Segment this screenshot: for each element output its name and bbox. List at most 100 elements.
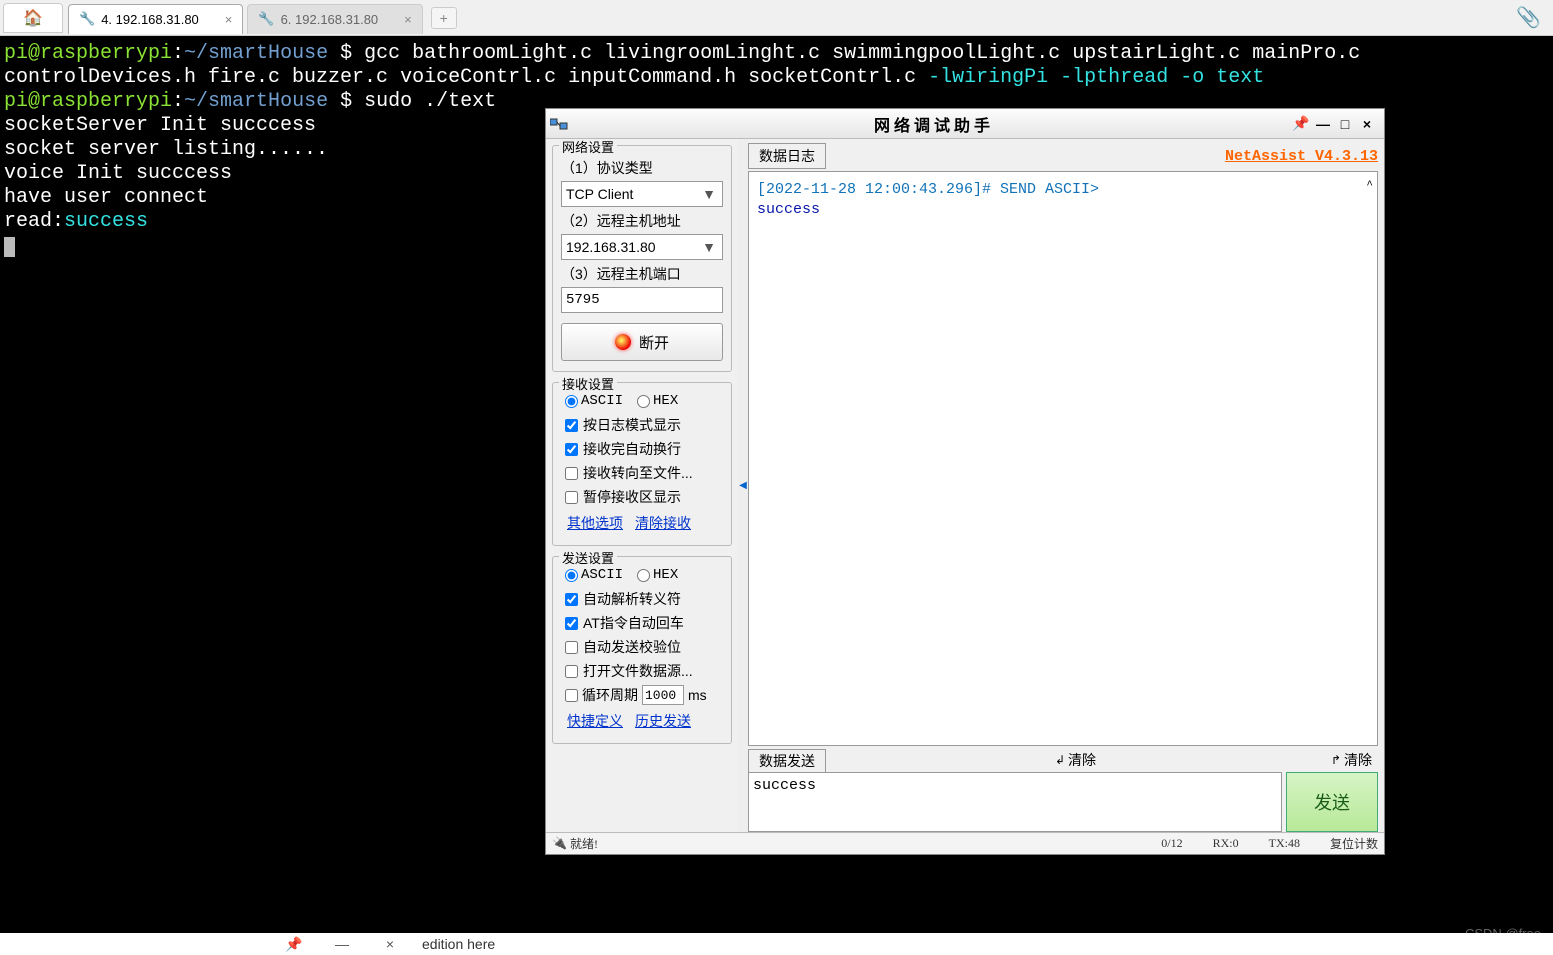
status-ready: 🔌 就绪! bbox=[552, 835, 598, 852]
port-input[interactable] bbox=[561, 287, 723, 313]
wrench-icon: 🔧 bbox=[79, 11, 95, 27]
check-label: AT指令自动回车 bbox=[583, 613, 684, 633]
taskbar-text: edition here bbox=[422, 936, 495, 952]
port-label: （3）远程主机端口 bbox=[561, 264, 723, 284]
prompt-path: ~/smartHouse bbox=[184, 42, 328, 65]
chk-escape[interactable]: 自动解析转义符 bbox=[565, 589, 723, 609]
send-button[interactable]: 发送 bbox=[1286, 772, 1378, 832]
prompt-end: $ bbox=[328, 90, 364, 113]
link-clear-recv[interactable]: 清除接收 bbox=[635, 513, 691, 533]
caret-icon: ^ bbox=[1366, 176, 1373, 196]
radio-input[interactable] bbox=[637, 395, 650, 408]
chevron-down-icon: ▼ bbox=[700, 186, 718, 202]
group-title: 接收设置 bbox=[559, 374, 617, 393]
radio-input[interactable] bbox=[637, 569, 650, 582]
checkbox-input[interactable] bbox=[565, 641, 578, 654]
link-shortcut[interactable]: 快捷定义 bbox=[567, 711, 623, 731]
check-label: 接收转向至文件... bbox=[583, 463, 693, 483]
clear-left-button[interactable]: ↲清除 bbox=[1049, 750, 1102, 770]
cycle-input[interactable] bbox=[642, 685, 684, 705]
clear-right-button[interactable]: ↱清除 bbox=[1325, 750, 1378, 770]
log-area[interactable]: ^ [2022-11-28 12:00:43.296]# SEND ASCII>… bbox=[748, 171, 1378, 746]
maximize-button[interactable]: □ bbox=[1336, 115, 1358, 133]
chk-checksum[interactable]: 自动发送校验位 bbox=[565, 637, 723, 657]
tab-1[interactable]: 🔧 4. 192.168.31.80 × bbox=[68, 4, 243, 34]
cmd1-flags: -lwiringPi -lpthread -o text bbox=[928, 66, 1264, 89]
checkbox-input[interactable] bbox=[565, 491, 578, 504]
receive-settings-group: 接收设置 ASCII HEX 按日志模式显示 接收完自动换行 接收转向至文件..… bbox=[552, 382, 732, 546]
collapse-handle[interactable]: ◀ bbox=[738, 139, 748, 832]
close-button[interactable]: × bbox=[1358, 115, 1380, 133]
prompt-end: $ bbox=[328, 42, 364, 65]
checkbox-input[interactable] bbox=[565, 665, 578, 678]
radio-input[interactable] bbox=[565, 569, 578, 582]
tab-2-close[interactable]: × bbox=[404, 12, 412, 27]
cmd2: sudo ./text bbox=[364, 90, 496, 113]
group-title: 发送设置 bbox=[559, 548, 617, 567]
clear-label: 清除 bbox=[1344, 750, 1372, 770]
send-textarea[interactable]: success bbox=[748, 772, 1282, 832]
minimize-button[interactable]: — bbox=[1314, 115, 1336, 133]
taskbar-close[interactable]: × bbox=[366, 933, 414, 955]
clear-label: 清除 bbox=[1068, 750, 1096, 770]
chk-openfile[interactable]: 打开文件数据源... bbox=[565, 661, 723, 681]
disconnect-label: 断开 bbox=[639, 332, 669, 353]
prompt-sep: : bbox=[172, 90, 184, 113]
chevron-down-icon: ▼ bbox=[700, 239, 718, 255]
arrow-down-icon: ↲ bbox=[1055, 753, 1065, 767]
chk-pause[interactable]: 暂停接收区显示 bbox=[565, 487, 723, 507]
prompt-user: pi@raspberrypi bbox=[4, 42, 172, 65]
tab-data-log[interactable]: 数据日志 bbox=[748, 143, 826, 169]
recv-hex-radio[interactable]: HEX bbox=[637, 393, 678, 409]
checkbox-input[interactable] bbox=[565, 593, 578, 606]
checkbox-input[interactable] bbox=[565, 617, 578, 630]
status-tx: TX:48 bbox=[1269, 836, 1300, 851]
radio-input[interactable] bbox=[565, 395, 578, 408]
radio-label: HEX bbox=[653, 567, 678, 583]
new-tab-button[interactable]: + bbox=[431, 7, 457, 29]
protocol-select[interactable]: TCP Client ▼ bbox=[561, 181, 723, 207]
chk-cycle[interactable]: 循环周期 ms bbox=[565, 685, 723, 705]
cycle-label: 循环周期 bbox=[582, 685, 638, 705]
checkbox-input[interactable] bbox=[565, 443, 578, 456]
check-label: 按日志模式显示 bbox=[583, 415, 681, 435]
checkbox-input[interactable] bbox=[565, 419, 578, 432]
send-hex-radio[interactable]: HEX bbox=[637, 567, 678, 583]
status-count: 0/12 bbox=[1161, 836, 1182, 851]
host-value: 192.168.31.80 bbox=[566, 239, 656, 255]
taskbar: 📌 — × edition here bbox=[0, 933, 1553, 955]
network-settings-group: 网络设置 （1）协议类型 TCP Client ▼ （2）远程主机地址 192.… bbox=[552, 145, 732, 372]
home-tab[interactable]: 🏠 bbox=[3, 3, 63, 33]
protocol-value: TCP Client bbox=[566, 186, 633, 202]
disconnect-button[interactable]: 断开 bbox=[561, 323, 723, 361]
prompt-sep: : bbox=[172, 42, 184, 65]
status-reset[interactable]: 复位计数 bbox=[1330, 835, 1378, 852]
chk-tofile[interactable]: 接收转向至文件... bbox=[565, 463, 723, 483]
taskbar-pin[interactable]: 📌 bbox=[270, 933, 318, 955]
send-settings-group: 发送设置 ASCII HEX 自动解析转义符 AT指令自动回车 自动发送校验位 … bbox=[552, 556, 732, 744]
radio-label: ASCII bbox=[581, 393, 623, 409]
send-ascii-radio[interactable]: ASCII bbox=[565, 567, 623, 583]
version-link[interactable]: NetAssist V4.3.13 bbox=[1225, 148, 1378, 165]
recv-ascii-radio[interactable]: ASCII bbox=[565, 393, 623, 409]
tab-1-close[interactable]: × bbox=[225, 12, 233, 27]
paperclip-icon[interactable]: 📎 bbox=[1516, 5, 1541, 30]
link-history[interactable]: 历史发送 bbox=[635, 711, 691, 731]
titlebar[interactable]: 网络调试助手 📌 — □ × bbox=[546, 109, 1384, 139]
host-combo[interactable]: 192.168.31.80 ▼ bbox=[561, 234, 723, 260]
checkbox-input[interactable] bbox=[565, 689, 578, 702]
terminal-output: read: bbox=[4, 210, 64, 233]
taskbar-min[interactable]: — bbox=[318, 933, 366, 955]
chk-logmode[interactable]: 按日志模式显示 bbox=[565, 415, 723, 435]
wrench-icon: 🔧 bbox=[258, 11, 274, 27]
tab-data-send[interactable]: 数据发送 bbox=[748, 749, 826, 772]
chk-autowrap[interactable]: 接收完自动换行 bbox=[565, 439, 723, 459]
checkbox-input[interactable] bbox=[565, 467, 578, 480]
tab-2[interactable]: 🔧 6. 192.168.31.80 × bbox=[247, 4, 422, 34]
pin-icon[interactable]: 📌 bbox=[1292, 115, 1314, 133]
cursor bbox=[4, 237, 15, 257]
tab-bar: 🏠 🔧 4. 192.168.31.80 × 🔧 6. 192.168.31.8… bbox=[0, 0, 1553, 36]
chk-at[interactable]: AT指令自动回车 bbox=[565, 613, 723, 633]
link-other-options[interactable]: 其他选项 bbox=[567, 513, 623, 533]
arrow-up-icon: ↱ bbox=[1331, 753, 1341, 767]
